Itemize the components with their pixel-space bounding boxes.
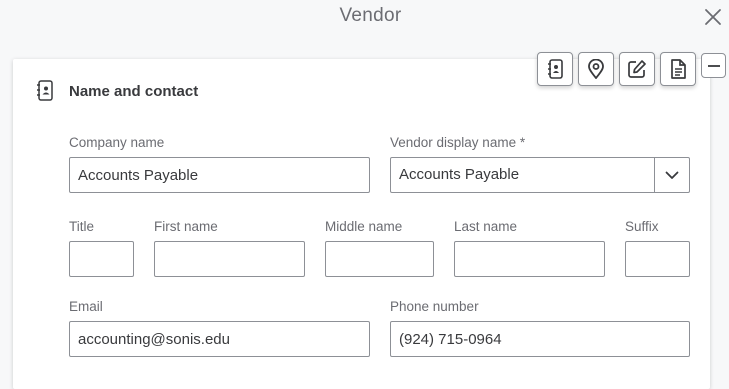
phone-number-field[interactable] xyxy=(390,321,690,357)
company-name-label: Company name xyxy=(69,135,165,150)
contact-book-icon xyxy=(548,59,563,79)
suffix-label: Suffix xyxy=(625,219,659,234)
additional-info-button[interactable] xyxy=(660,52,696,86)
display-name-dropdown-button[interactable] xyxy=(654,158,689,192)
title-input[interactable] xyxy=(69,241,134,277)
section-title: Name and contact xyxy=(69,83,199,100)
document-icon xyxy=(671,59,686,79)
phone-number-label: Phone number xyxy=(390,299,479,314)
contact-book-icon xyxy=(36,80,54,102)
edit-note-icon xyxy=(628,60,646,78)
chevron-down-icon xyxy=(665,171,679,179)
address-section-button[interactable] xyxy=(578,52,614,86)
first-name-label: First name xyxy=(154,219,218,234)
company-name-input[interactable] xyxy=(69,157,370,193)
suffix-input[interactable] xyxy=(625,241,690,277)
last-name-label: Last name xyxy=(454,219,518,234)
vendor-display-name-value: Accounts Payable xyxy=(399,166,520,183)
middle-name-label: Middle name xyxy=(325,219,403,234)
first-name-input[interactable] xyxy=(154,241,305,277)
location-pin-icon xyxy=(588,59,604,79)
vendor-display-name-label: Vendor display name * xyxy=(390,135,526,150)
close-icon xyxy=(705,9,721,25)
email-field[interactable] xyxy=(69,321,370,357)
email-label: Email xyxy=(69,299,103,314)
minimize-icon xyxy=(707,64,720,67)
vendor-display-name-select[interactable]: Accounts Payable xyxy=(390,157,690,193)
dialog-title: Vendor xyxy=(339,5,402,26)
title-label: Title xyxy=(69,219,95,234)
contact-section-button[interactable] xyxy=(537,52,573,86)
minimize-button[interactable] xyxy=(701,53,726,78)
notes-section-button[interactable] xyxy=(619,52,655,86)
last-name-input[interactable] xyxy=(454,241,605,277)
middle-name-input[interactable] xyxy=(325,241,434,277)
close-button[interactable] xyxy=(702,6,724,28)
